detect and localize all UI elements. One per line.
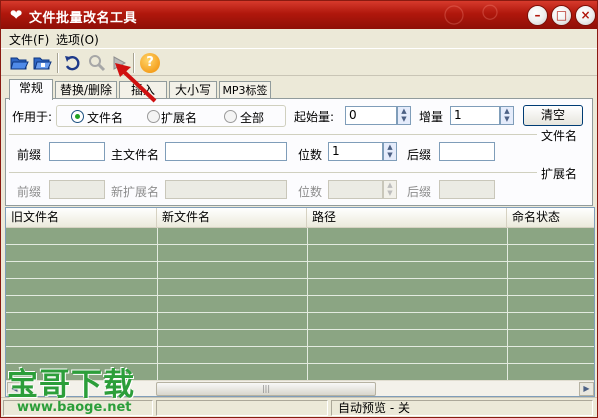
digits-input[interactable]: 1	[328, 142, 383, 161]
toolbar: ?	[1, 48, 597, 76]
list-header: 旧文件名 新文件名 路径 命名状态	[6, 208, 594, 228]
column-path[interactable]: 路径	[307, 208, 507, 228]
apply-to-radio-group: 文件名 扩展名 全部	[56, 105, 286, 127]
maximize-button[interactable]: □	[551, 5, 572, 26]
undo-icon[interactable]	[63, 53, 83, 73]
start-value-label: 起始量:	[294, 110, 335, 124]
tab-replace-delete[interactable]: 替换/删除	[55, 81, 117, 99]
digits-spinner[interactable]: ▲ ▼	[383, 142, 397, 161]
ext-suffix-input	[439, 180, 495, 199]
suffix-label: 后缀	[407, 148, 432, 162]
watermark-logo: 宝哥下载	[7, 367, 135, 403]
title-bar-decoration	[427, 1, 517, 29]
menu-options[interactable]: 选项(O)	[56, 31, 99, 48]
new-ext-input	[165, 180, 287, 199]
start-value-spinner[interactable]: ▲ ▼	[397, 106, 411, 125]
open-file-icon[interactable]	[32, 53, 52, 73]
ext-prefix-input	[49, 180, 105, 199]
window-title: 文件批量改名工具	[29, 11, 138, 26]
radio-extension-label[interactable]: 扩展名	[161, 109, 197, 126]
ext-prefix-label: 前缀	[17, 185, 42, 199]
open-folder-icon[interactable]	[9, 53, 29, 73]
scroll-thumb[interactable]: |||	[156, 382, 376, 396]
ext-digits-input	[328, 180, 383, 199]
suffix-input[interactable]	[439, 142, 495, 161]
tab-general[interactable]: 常规	[9, 79, 53, 100]
watermark-url: www.baoge.net	[17, 400, 132, 415]
step-label: 增量	[419, 110, 444, 124]
main-name-label: 主文件名	[111, 148, 160, 162]
filename-group-label: 文件名	[541, 129, 578, 143]
prefix-input[interactable]	[49, 142, 105, 161]
menu-bar: 文件(F) 选项(O)	[1, 29, 597, 47]
ext-digits-label: 位数	[298, 185, 323, 199]
column-divider	[157, 228, 158, 380]
apply-to-label: 作用于:	[12, 110, 53, 124]
prefix-label: 前缀	[17, 148, 42, 162]
scroll-right-button[interactable]: ▶	[579, 382, 594, 396]
tab-case[interactable]: 大小写	[169, 81, 217, 99]
clear-button[interactable]: 清空	[523, 105, 583, 126]
column-divider	[507, 228, 508, 380]
radio-all[interactable]	[224, 110, 237, 123]
status-middle	[156, 400, 328, 416]
digits-label: 位数	[298, 148, 323, 162]
filename-group-line	[9, 134, 537, 135]
step-spinner[interactable]: ▲ ▼	[500, 106, 514, 125]
ext-digits-spinner: ▲ ▼	[383, 180, 397, 199]
toolbar-separator	[57, 53, 59, 73]
title-bar[interactable]: ❤ 文件批量改名工具 – □ ×	[1, 1, 597, 29]
status-preview-mode: 自动预览 - 关	[331, 400, 593, 416]
column-old-name[interactable]: 旧文件名	[6, 208, 157, 228]
step-input[interactable]: 1	[450, 106, 500, 125]
close-button[interactable]: ×	[575, 5, 596, 26]
radio-all-label[interactable]: 全部	[240, 109, 264, 126]
list-body[interactable]	[6, 228, 594, 381]
annotation-arrow	[115, 63, 157, 103]
new-ext-label: 新扩展名	[111, 185, 160, 199]
extension-group-line	[9, 172, 537, 173]
radio-filename[interactable]	[71, 110, 84, 123]
main-window: ❤ 文件批量改名工具 – □ × 文件(F) 选项(O) ? 常规 替换/删除 …	[0, 0, 598, 418]
minimize-button[interactable]: –	[527, 5, 548, 26]
radio-extension[interactable]	[147, 110, 160, 123]
radio-filename-label[interactable]: 文件名	[87, 109, 123, 126]
column-divider	[307, 228, 308, 380]
ext-suffix-label: 后缀	[407, 185, 432, 199]
start-value-input[interactable]: 0	[345, 106, 397, 125]
menu-file[interactable]: 文件(F)	[9, 31, 49, 48]
main-name-input[interactable]	[165, 142, 287, 161]
preview-icon[interactable]	[87, 53, 107, 73]
heart-icon: ❤	[9, 6, 23, 24]
column-status[interactable]: 命名状态	[507, 208, 594, 228]
tab-mp3-tags[interactable]: MP3标签	[219, 81, 271, 99]
extension-group-label: 扩展名	[541, 167, 578, 181]
column-new-name[interactable]: 新文件名	[157, 208, 307, 228]
